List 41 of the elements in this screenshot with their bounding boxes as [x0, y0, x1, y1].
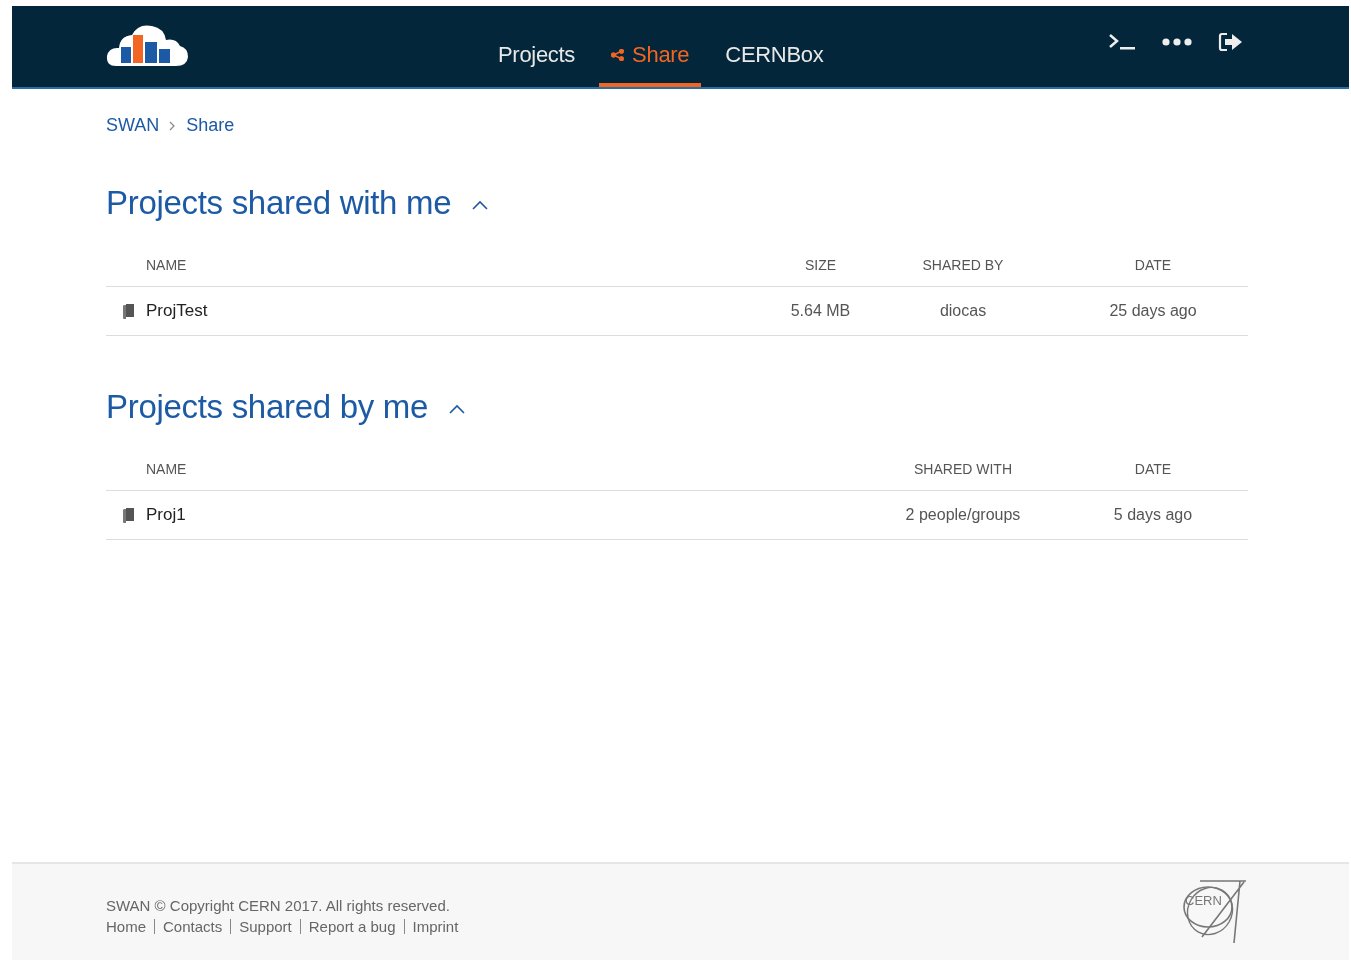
footer-link[interactable]: Report a bug	[308, 918, 396, 935]
terminal-icon[interactable]	[1108, 32, 1136, 51]
logout-icon[interactable]	[1218, 31, 1244, 52]
footer-link[interactable]: Imprint	[412, 918, 459, 935]
column-header[interactable]: SIZE	[804, 257, 837, 273]
section-title: Projects shared with me	[106, 184, 452, 222]
nav-tab[interactable]: Share	[599, 42, 702, 87]
column-header[interactable]: DATE	[1134, 461, 1172, 477]
collapse-chevron-icon[interactable]	[448, 403, 466, 415]
project-name-link[interactable]: ProjTest	[146, 301, 208, 321]
table-cell: 2 people/groups	[905, 506, 1021, 524]
breadcrumb-link[interactable]: SWAN	[106, 115, 160, 136]
table-cell: 25 days ago	[1109, 302, 1197, 320]
link-divider	[154, 919, 155, 934]
nav-tab[interactable]: CERNBox	[713, 42, 836, 87]
table-cell: 5.64 MB	[790, 302, 851, 320]
cloud-chart-logo-icon[interactable]	[106, 22, 188, 68]
footer-link[interactable]: Contacts	[163, 918, 223, 935]
column-header[interactable]: DATE	[1134, 257, 1172, 273]
table-cell: diocas	[939, 302, 987, 320]
project-name-link[interactable]: Proj1	[146, 505, 186, 525]
book-icon	[123, 303, 134, 319]
breadcrumb-chevron-icon	[169, 120, 177, 131]
share-icon	[611, 49, 625, 61]
column-header[interactable]: SHARED WITH	[914, 461, 1012, 477]
column-header[interactable]: NAME	[146, 461, 187, 477]
link-divider	[299, 919, 301, 934]
more-icon[interactable]	[1162, 36, 1192, 47]
column-header[interactable]: NAME	[146, 257, 187, 273]
table-cell: 5 days ago	[1113, 506, 1193, 524]
footer-link[interactable]: Home	[106, 918, 146, 935]
footer-link[interactable]: Support	[239, 918, 292, 935]
copyright-text: SWAN © Copyright CERN 2017. All rights reserved.	[106, 897, 451, 914]
breadcrumb-link[interactable]: Share	[186, 115, 235, 136]
collapse-chevron-icon[interactable]	[471, 199, 490, 211]
book-icon	[123, 507, 134, 523]
nav-tab[interactable]: Projects	[486, 42, 588, 87]
section-title: Projects shared by me	[106, 388, 428, 426]
link-divider	[403, 919, 405, 934]
link-divider	[230, 919, 232, 934]
column-header[interactable]: SHARED BY	[922, 257, 1004, 273]
